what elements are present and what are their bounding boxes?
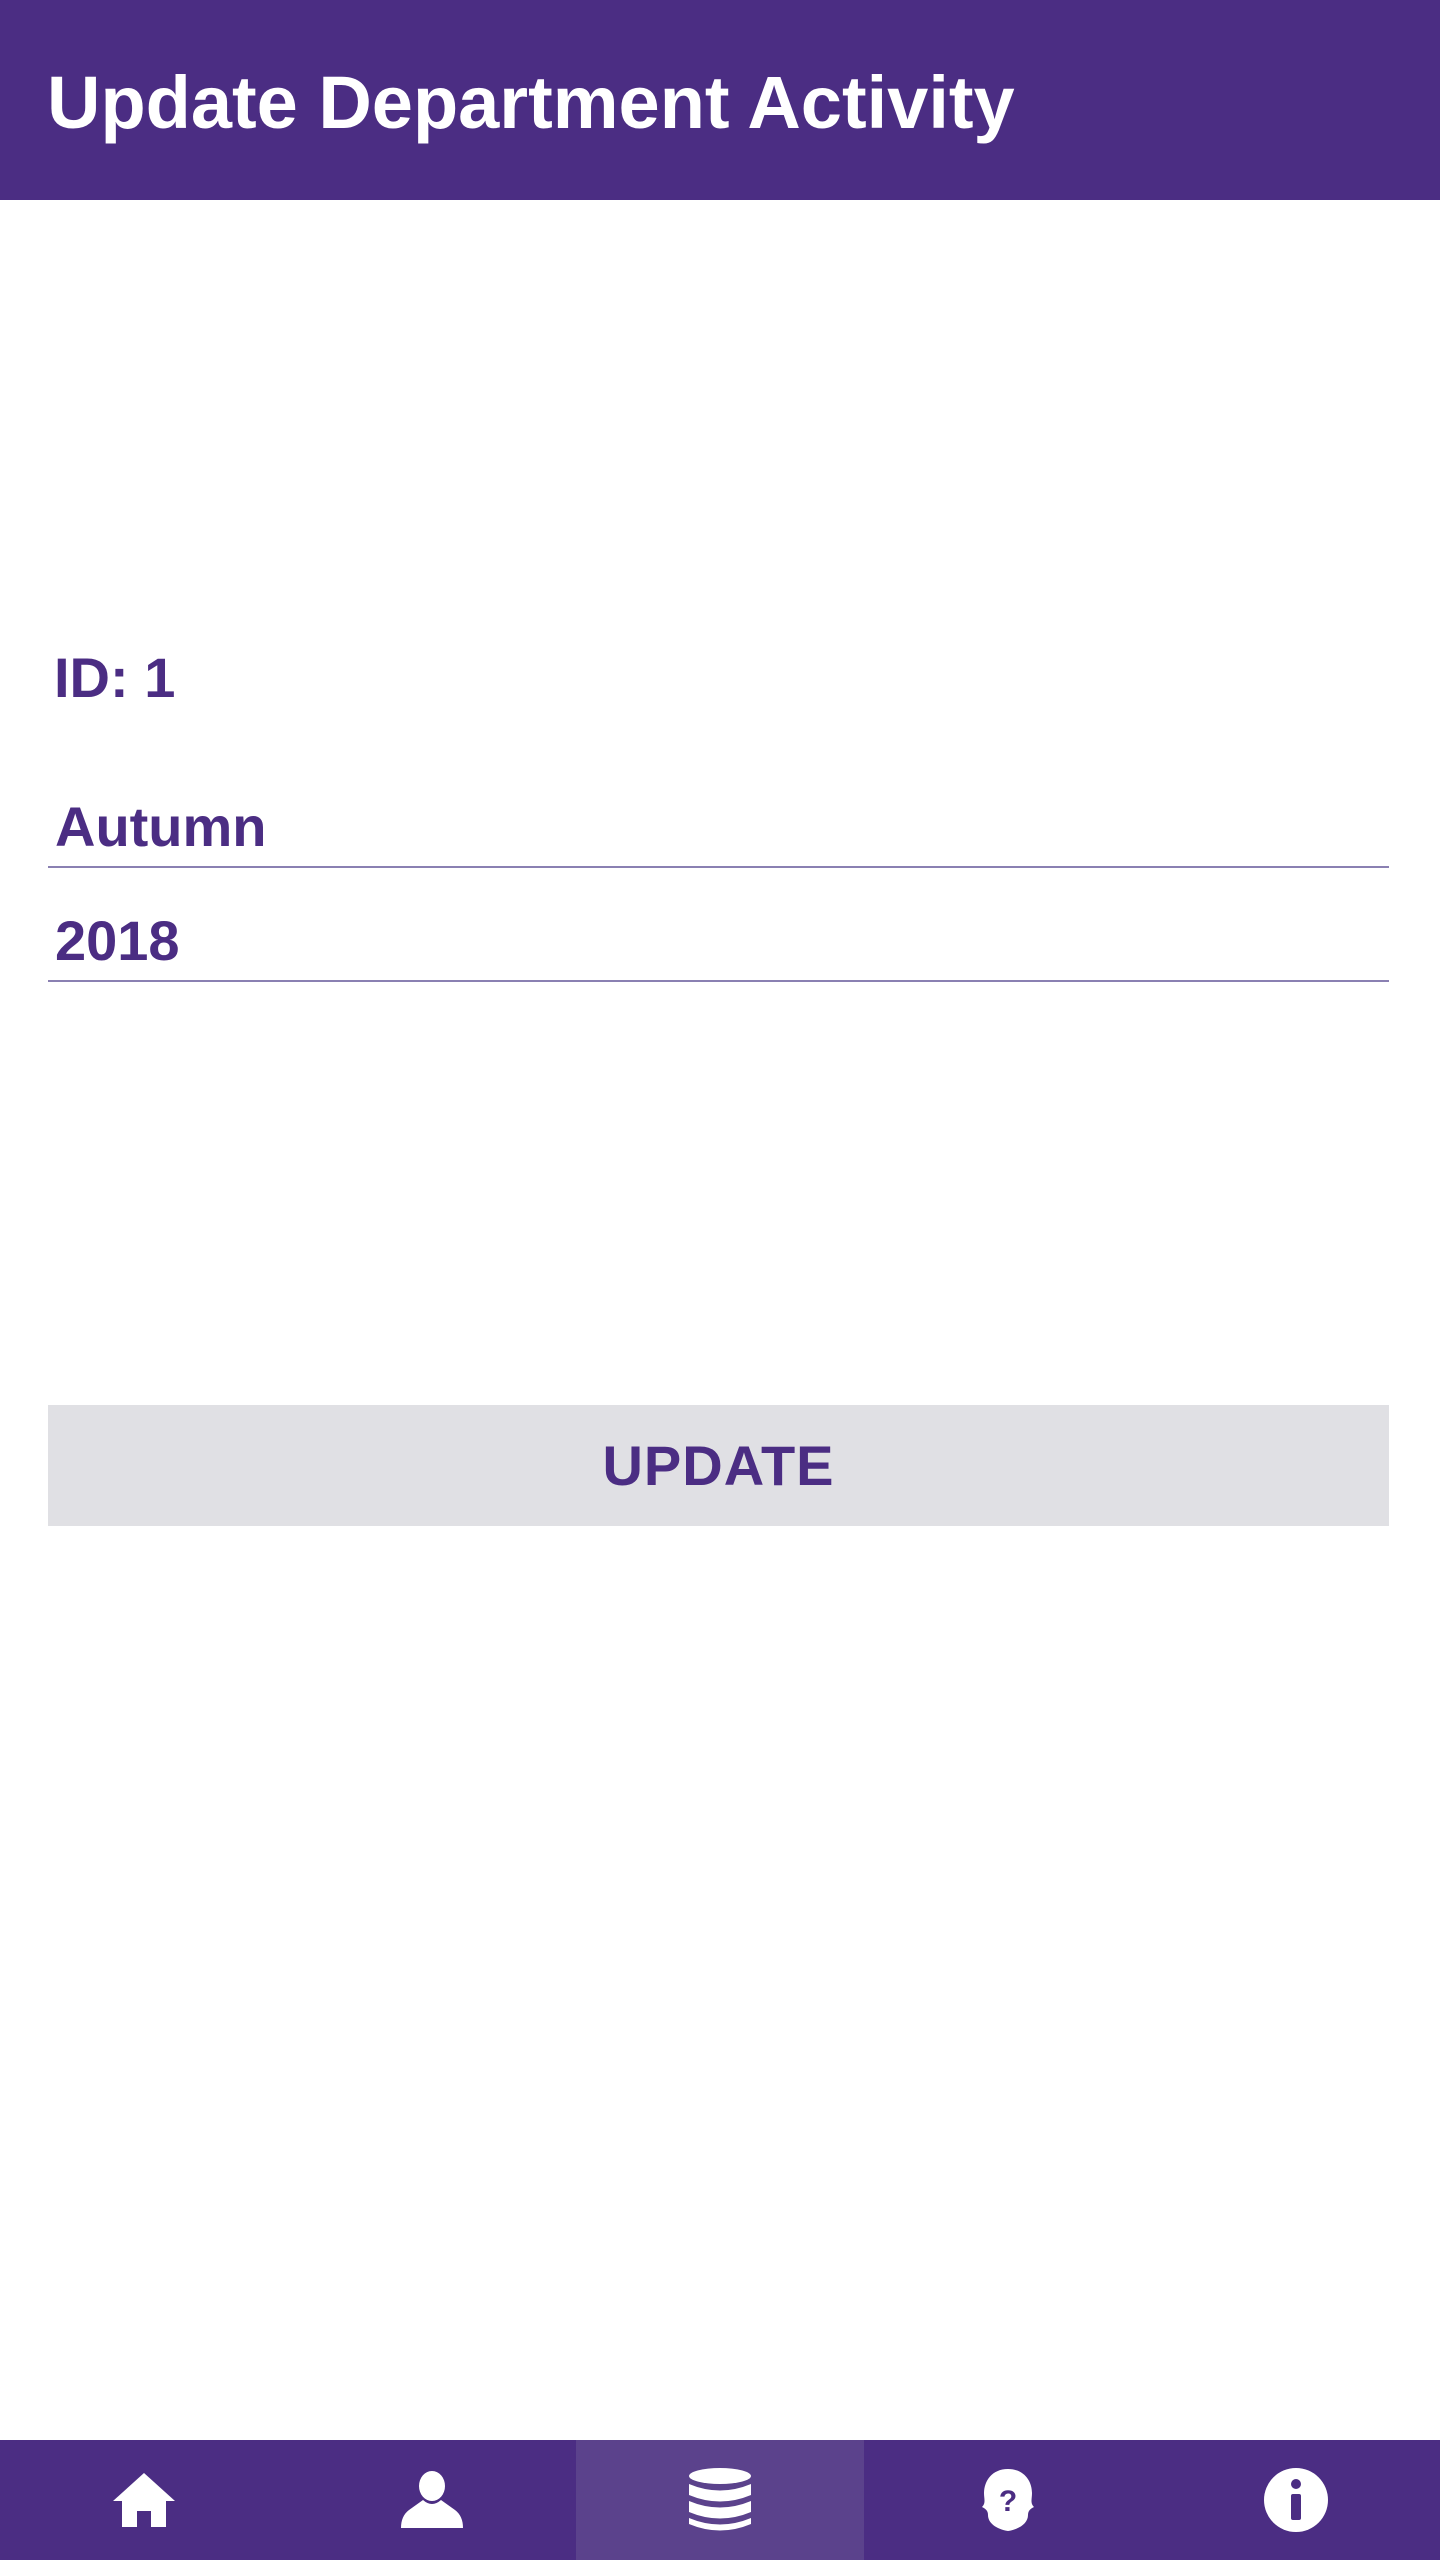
- info-icon: [1264, 2468, 1328, 2532]
- update-button[interactable]: UPDATE: [48, 1405, 1389, 1526]
- page-title: Update Department Activity: [47, 61, 1015, 144]
- help-icon: ?: [982, 2469, 1034, 2531]
- year-field[interactable]: [48, 900, 1389, 982]
- season-field[interactable]: [48, 786, 1389, 868]
- user-icon: [401, 2471, 463, 2528]
- home-icon: [113, 2473, 175, 2527]
- nav-item-database[interactable]: [576, 2440, 864, 2560]
- bottom-navigation: ?: [0, 2440, 1440, 2560]
- app-header: Update Department Activity: [0, 0, 1440, 200]
- nav-item-help[interactable]: ?: [864, 2440, 1152, 2560]
- database-icon: [689, 2468, 751, 2531]
- nav-item-home[interactable]: [0, 2440, 288, 2560]
- nav-item-profile[interactable]: [288, 2440, 576, 2560]
- svg-text:?: ?: [999, 2485, 1017, 2518]
- nav-item-info[interactable]: [1152, 2440, 1440, 2560]
- app-screen: Update Department Activity ID: 1 UPDATE: [0, 0, 1440, 2560]
- record-id-label: ID: 1: [54, 646, 176, 709]
